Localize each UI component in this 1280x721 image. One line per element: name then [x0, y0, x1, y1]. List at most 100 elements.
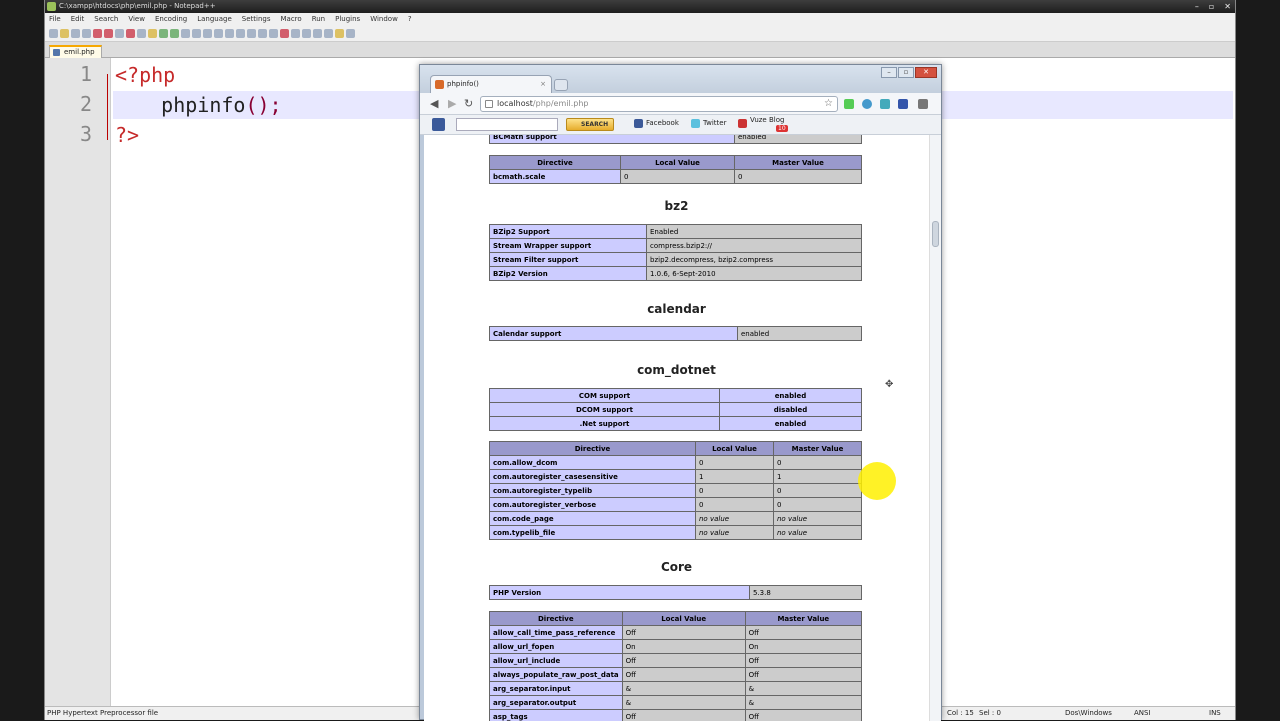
facebook-link[interactable]: Facebook: [646, 118, 679, 129]
save-icon[interactable]: [71, 29, 80, 38]
page-content[interactable]: BCMath supportenabled DirectiveLocal Val…: [424, 135, 929, 721]
table-cell: com.autoregister_casesensitive: [490, 470, 696, 484]
save-all-icon[interactable]: [82, 29, 91, 38]
table-header-row: DirectiveLocal ValueMaster Value: [490, 612, 862, 626]
table-cell: no value: [696, 526, 774, 540]
sync-h-icon[interactable]: [236, 29, 245, 38]
table-cell: .Net support: [490, 417, 720, 431]
new-tab-button[interactable]: [554, 79, 568, 91]
menu-window[interactable]: Window: [370, 13, 398, 26]
table-cell: disabled: [720, 403, 862, 417]
replace-icon[interactable]: [192, 29, 201, 38]
zoom-in-icon[interactable]: [203, 29, 212, 38]
com-dotnet-directive-table: DirectiveLocal ValueMaster Value com.all…: [489, 441, 862, 540]
menu-search[interactable]: Search: [94, 13, 118, 26]
sync-extension-icon[interactable]: [880, 99, 890, 109]
wrench-icon[interactable]: [918, 99, 928, 109]
close-all-icon[interactable]: [104, 29, 113, 38]
reload-icon[interactable]: ↻: [464, 97, 473, 110]
table-cell: 0: [696, 498, 774, 512]
record-macro-icon[interactable]: [280, 29, 289, 38]
indent-guide-icon[interactable]: [269, 29, 278, 38]
menu-file[interactable]: File: [49, 13, 61, 26]
folder-icon[interactable]: [335, 29, 344, 38]
toolbar-search-button[interactable]: SEARCH: [566, 118, 614, 131]
all-chars-icon[interactable]: [258, 29, 267, 38]
table-row: allow_url_includeOffOff: [490, 654, 862, 668]
menu-help[interactable]: ?: [408, 13, 412, 26]
run-macro-multi-icon[interactable]: [313, 29, 322, 38]
table-row: com.autoregister_typelib00: [490, 484, 862, 498]
url-host: localhost: [497, 99, 533, 108]
open-file-icon[interactable]: [60, 29, 69, 38]
menu-settings[interactable]: Settings: [242, 13, 271, 26]
minimize-icon[interactable]: –: [881, 67, 897, 78]
menu-plugins[interactable]: Plugins: [335, 13, 360, 26]
tab-close-icon[interactable]: ×: [540, 76, 546, 93]
menu-view[interactable]: View: [128, 13, 145, 26]
toolbar-logo-icon[interactable]: [432, 118, 445, 131]
code-line-3: ?>: [115, 121, 139, 149]
table-cell: Stream Wrapper support: [490, 239, 647, 253]
php-open-tag: <?php: [115, 63, 175, 87]
eye-extension-icon[interactable]: [862, 99, 872, 109]
table-cell: Enabled: [647, 225, 862, 239]
facebook-icon: [634, 119, 643, 128]
browser-tab-phpinfo[interactable]: phpinfo() ×: [430, 75, 552, 93]
menu-language[interactable]: Language: [197, 13, 232, 26]
maximize-icon[interactable]: ▫: [898, 67, 914, 78]
module-heading-calendar: calendar: [424, 302, 929, 316]
table-header-row: DirectiveLocal ValueMaster Value: [490, 156, 862, 170]
forward-icon[interactable]: ▶: [448, 97, 456, 110]
toolbar-search-input[interactable]: [456, 118, 558, 131]
notepad-title-bar[interactable]: C:\xampp\htdocs\php\emil.php - Notepad++…: [45, 0, 1235, 13]
status-eol: Dos\Windows: [1065, 707, 1112, 720]
toolbar-extension-icon[interactable]: [898, 99, 908, 109]
signal-extension-icon[interactable]: [844, 99, 854, 109]
maximize-icon[interactable]: ▫: [1209, 0, 1214, 13]
notepad-toolbar: [45, 26, 1235, 42]
play-macro-icon[interactable]: [302, 29, 311, 38]
notification-badge: 10: [776, 125, 788, 132]
menu-run[interactable]: Run: [312, 13, 325, 26]
address-bar[interactable]: localhost/php/emil.php ☆: [480, 96, 838, 112]
menu-edit[interactable]: Edit: [71, 13, 85, 26]
minimize-icon[interactable]: –: [1195, 0, 1199, 13]
wrap-icon[interactable]: [247, 29, 256, 38]
page-scrollbar[interactable]: [929, 135, 941, 721]
cut-icon[interactable]: [126, 29, 135, 38]
menu-encoding[interactable]: Encoding: [155, 13, 187, 26]
table-row: arg_separator.output&&: [490, 696, 862, 710]
fold-marker[interactable]: [107, 74, 108, 140]
table-cell: Off: [745, 668, 861, 682]
spell-check-icon[interactable]: [346, 29, 355, 38]
sync-v-icon[interactable]: [225, 29, 234, 38]
stop-macro-icon[interactable]: [291, 29, 300, 38]
save-macro-icon[interactable]: [324, 29, 333, 38]
close-icon[interactable]: ✕: [1224, 0, 1231, 13]
close-icon[interactable]: ✕: [915, 67, 937, 78]
paste-icon[interactable]: [148, 29, 157, 38]
table-row: BZip2 Version1.0.6, 6-Sept-2010: [490, 267, 862, 281]
twitter-link[interactable]: Twitter: [703, 118, 726, 129]
status-filetype: PHP Hypertext Preprocessor file: [47, 707, 158, 720]
table-cell: Off: [745, 710, 861, 721]
table-cell: bzip2.decompress, bzip2.compress: [647, 253, 862, 267]
print-icon[interactable]: [115, 29, 124, 38]
find-icon[interactable]: [181, 29, 190, 38]
zoom-out-icon[interactable]: [214, 29, 223, 38]
new-file-icon[interactable]: [49, 29, 58, 38]
menu-macro[interactable]: Macro: [281, 13, 302, 26]
back-icon[interactable]: ◀: [430, 97, 438, 110]
close-file-icon[interactable]: [93, 29, 102, 38]
function-call-parens: ();: [245, 93, 281, 117]
redo-icon[interactable]: [170, 29, 179, 38]
copy-icon[interactable]: [137, 29, 146, 38]
scrollbar-thumb[interactable]: [932, 221, 939, 247]
bookmark-star-icon[interactable]: ☆: [824, 97, 833, 111]
notepad-menu-bar: File Edit Search View Encoding Language …: [45, 13, 1235, 26]
tab-emil-php[interactable]: emil.php: [49, 45, 102, 58]
php-close-tag: ?>: [115, 123, 139, 147]
undo-icon[interactable]: [159, 29, 168, 38]
table-row: arg_separator.input&&: [490, 682, 862, 696]
